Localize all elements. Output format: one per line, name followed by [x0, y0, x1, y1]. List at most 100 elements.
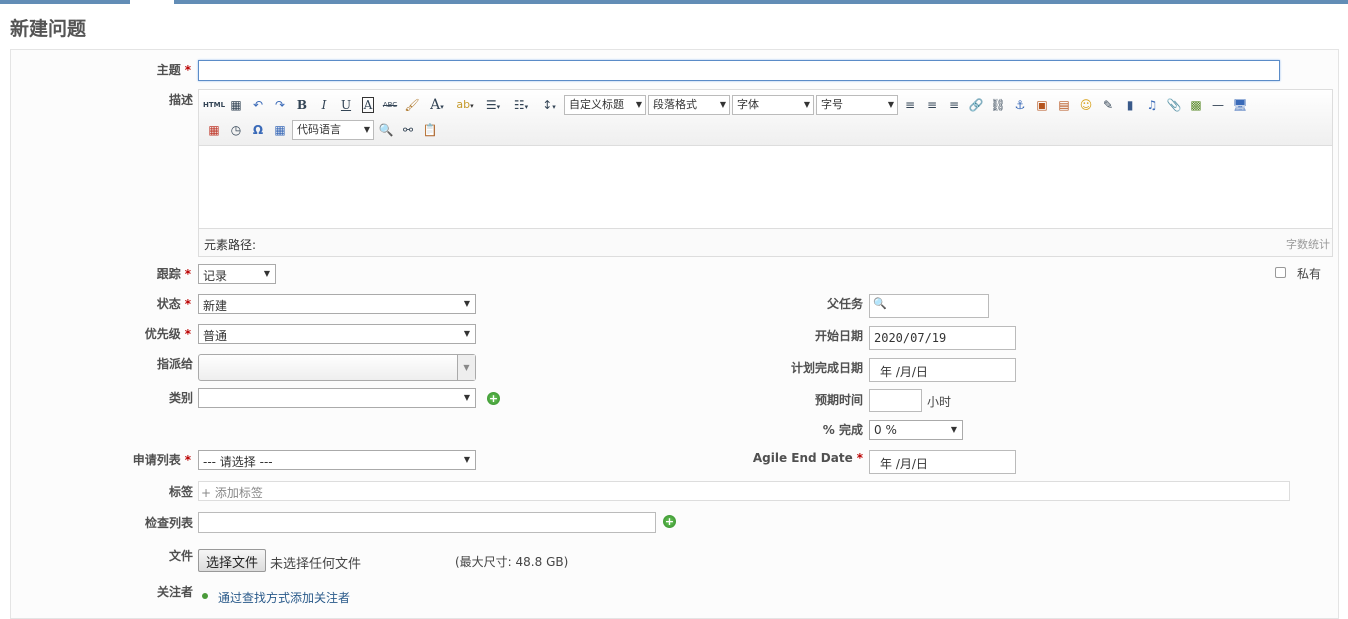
custom-heading-select[interactable]: 自定义标题 ▼	[564, 95, 646, 115]
editor-body[interactable]	[199, 146, 1332, 228]
parent-task-input[interactable]: 🔍	[869, 294, 989, 318]
tracker-label: 跟踪 *	[156, 267, 191, 281]
align-center-icon[interactable]: ≡	[921, 95, 943, 115]
date-icon[interactable]: ▦	[203, 120, 225, 140]
subject-label: 主题 *	[156, 63, 191, 77]
search-icon: 🔍	[873, 297, 887, 310]
font-border-icon[interactable]: A	[357, 95, 379, 115]
find-icon[interactable]: ⚯	[397, 120, 419, 140]
page-title: 新建问题	[10, 18, 87, 40]
special-char-icon[interactable]: Ω	[247, 120, 269, 140]
line-height-icon[interactable]: ↕▾	[535, 95, 563, 115]
top-bar	[0, 0, 1348, 4]
ordered-list-icon[interactable]: ☰▾	[479, 95, 507, 115]
bold-icon[interactable]: B	[291, 95, 313, 115]
start-date-input[interactable]: 2020/07/19	[869, 326, 1016, 350]
unordered-list-icon[interactable]: ☷▾	[507, 95, 535, 115]
request-list-select[interactable]: --- 请选择 --- ▼	[198, 450, 476, 470]
estimated-time-unit: 小时	[927, 395, 952, 409]
horizontal-rule-icon[interactable]: —	[1207, 95, 1229, 115]
priority-label: 优先级 *	[144, 327, 191, 341]
top-bar-segment	[0, 0, 130, 4]
font-size-select[interactable]: 字号 ▼	[816, 95, 898, 115]
link-icon[interactable]: 🔗	[965, 95, 987, 115]
toolbar-row-2: ▦ ◷ Ω ▦ 代码语言 ▼ 🔍 ⚯ 📋	[203, 118, 441, 142]
tracker-select[interactable]: 记录 ▼	[198, 264, 276, 284]
done-ratio-label: % 完成	[822, 423, 863, 437]
done-ratio-select[interactable]: 0 % ▼	[869, 420, 963, 440]
align-right-icon[interactable]: ≡	[943, 95, 965, 115]
format-brush-icon[interactable]: 🖌	[401, 95, 423, 115]
anchor-icon[interactable]: ⚓	[1009, 95, 1031, 115]
tags-label: 标签	[168, 485, 193, 499]
redo-icon[interactable]: ↷	[269, 95, 291, 115]
preview-icon[interactable]: 🖥	[1229, 95, 1251, 115]
search-replace-icon[interactable]: 🔍	[375, 120, 397, 140]
font-family-select[interactable]: 字体 ▼	[732, 95, 814, 115]
add-watcher-icon	[202, 593, 208, 599]
subject-input[interactable]	[198, 60, 1280, 81]
insert-image-icon[interactable]: ▤	[1053, 95, 1075, 115]
strikethrough-icon[interactable]: ABC	[379, 95, 401, 115]
word-count: 字数统计	[1286, 238, 1330, 251]
status-label: 状态 *	[156, 297, 191, 311]
unlink-icon[interactable]: ⛓	[987, 95, 1009, 115]
assignee-select[interactable]: ▼	[198, 354, 476, 381]
font-color-icon[interactable]: A▾	[423, 95, 451, 115]
private-checkbox[interactable]	[1275, 267, 1286, 278]
paragraph-format-select[interactable]: 段落格式 ▼	[648, 95, 730, 115]
highlight-color-icon[interactable]: ab▾	[451, 95, 479, 115]
status-select[interactable]: 新建 ▼	[198, 294, 476, 314]
file-status: 未选择任何文件	[270, 557, 362, 572]
add-checklist-icon[interactable]: +	[663, 515, 676, 528]
checklist-input[interactable]	[198, 512, 656, 533]
underline-icon[interactable]: U	[335, 95, 357, 115]
image-icon[interactable]: ▣	[1031, 95, 1053, 115]
time-icon[interactable]: ◷	[225, 120, 247, 140]
file-max-size: (最大尺寸: 48.8 GB)	[455, 555, 569, 569]
scrawl-icon[interactable]: ✎	[1097, 95, 1119, 115]
due-date-input[interactable]: 年 /月/日	[869, 358, 1016, 382]
tags-input[interactable]: + 添加标签	[198, 481, 1290, 501]
description-label: 描述	[168, 93, 193, 107]
estimated-time-input[interactable]	[869, 389, 922, 412]
choose-file-button[interactable]: 选择文件	[198, 549, 267, 572]
category-select[interactable]: ▼	[198, 388, 476, 408]
due-date-label: 计划完成日期	[790, 361, 863, 375]
video-icon[interactable]: ▮	[1119, 95, 1141, 115]
paste-icon[interactable]: 📋	[419, 120, 441, 140]
editor-footer: 元素路径: 字数统计	[199, 228, 1332, 256]
start-date-label: 开始日期	[814, 329, 863, 343]
template-icon[interactable]: ▦	[225, 95, 247, 115]
agile-end-date-input[interactable]: 年 /月/日	[869, 450, 1016, 474]
music-icon[interactable]: ♫	[1141, 95, 1163, 115]
watchers-label: 关注者	[156, 585, 193, 599]
editor-toolbar: HTML ▦ ↶ ↷ B I U A ABC 🖌 A▾ ab▾ ☰▾ ☷▾ ↕▾…	[199, 90, 1332, 146]
align-left-icon[interactable]: ≡	[899, 95, 921, 115]
code-language-select[interactable]: 代码语言 ▼	[292, 120, 374, 140]
estimated-time-label: 预期时间	[814, 393, 863, 407]
agile-end-date-label: Agile End Date *	[752, 451, 863, 465]
element-path-label: 元素路径:	[204, 238, 257, 252]
map-icon[interactable]: ▩	[1185, 95, 1207, 115]
emoticon-icon[interactable]: ☺	[1075, 95, 1097, 115]
issue-form: 主题 * 描述 HTML ▦ ↶ ↷ B I U A ABC 🖌 A▾ ab▾ ☰…	[10, 49, 1339, 619]
request-list-label: 申请列表 *	[132, 453, 191, 467]
italic-icon[interactable]: I	[313, 95, 335, 115]
html-source-icon[interactable]: HTML	[203, 95, 225, 115]
category-label: 类别	[168, 391, 193, 405]
assignee-label: 指派给	[156, 357, 193, 371]
file-label: 文件	[168, 549, 193, 563]
table-icon[interactable]: ▦	[269, 120, 291, 140]
attachment-icon[interactable]: 📎	[1163, 95, 1185, 115]
active-tab-indicator	[130, 0, 174, 4]
description-editor: HTML ▦ ↶ ↷ B I U A ABC 🖌 A▾ ab▾ ☰▾ ☷▾ ↕▾…	[198, 89, 1333, 257]
undo-icon[interactable]: ↶	[247, 95, 269, 115]
priority-select[interactable]: 普通 ▼	[198, 324, 476, 344]
parent-task-label: 父任务	[826, 297, 863, 311]
add-watcher-link[interactable]: 通过查找方式添加关注者	[218, 589, 350, 606]
toolbar-row-1: HTML ▦ ↶ ↷ B I U A ABC 🖌 A▾ ab▾ ☰▾ ☷▾ ↕▾…	[203, 93, 1251, 117]
private-label: 私有	[1297, 267, 1322, 281]
checklist-label: 检查列表	[144, 516, 193, 530]
add-category-icon[interactable]: +	[487, 392, 500, 405]
